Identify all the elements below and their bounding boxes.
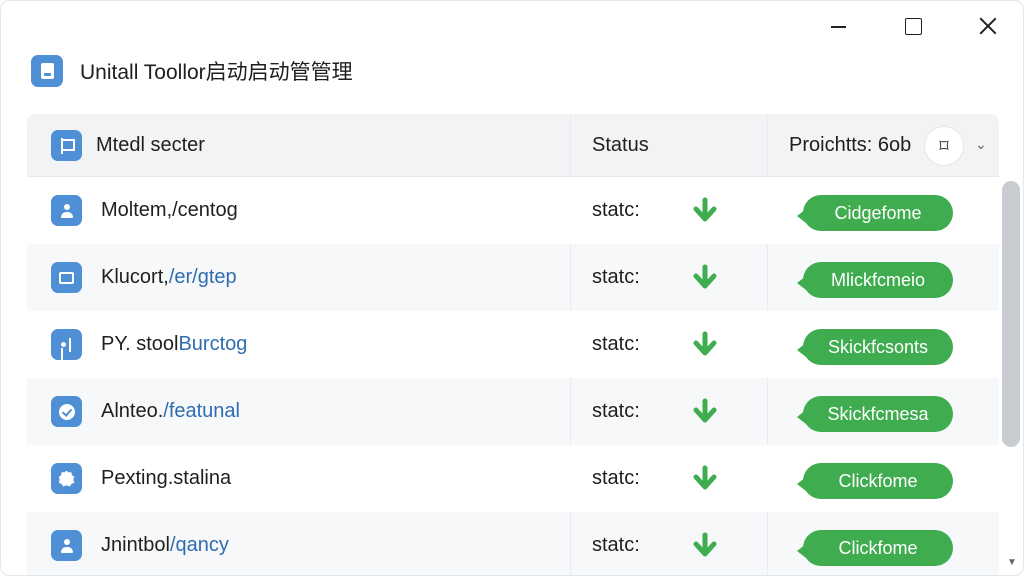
status-badge[interactable]: Clickfome: [797, 530, 953, 566]
download-arrow-icon: [693, 331, 717, 356]
status-badge[interactable]: Mlickfcmeio: [797, 262, 953, 298]
row-name: Jnintbol /qancy: [101, 534, 229, 556]
row-status: statc:: [592, 199, 640, 221]
app-window: Unitall Toollor启动启动管管理 Mtedl secter Stat…: [0, 0, 1024, 576]
download-arrow-icon: [693, 532, 717, 557]
crop-button[interactable]: ⌑: [924, 126, 964, 166]
download-arrow-icon: [693, 197, 717, 222]
minimize-button[interactable]: [821, 11, 855, 41]
status-badge[interactable]: Skickfcsonts: [797, 329, 953, 365]
row-name: Klucort,/er/gtep: [101, 266, 237, 288]
shield-check-icon: [51, 396, 82, 427]
vertical-scrollbar[interactable]: [1001, 181, 1021, 451]
table-row[interactable]: Alnteo./featunal statc: Skickfcmesa: [27, 378, 999, 445]
chevron-down-icon[interactable]: ⌄: [975, 136, 987, 153]
minimize-icon: [830, 26, 846, 28]
app-logo-icon: [31, 55, 63, 87]
table-row[interactable]: Jnintbol /qancy statc: Clickfome: [27, 512, 999, 575]
flag-icon: [51, 130, 82, 161]
row-status: statc:: [592, 467, 640, 489]
column-header-status[interactable]: Status: [592, 114, 649, 177]
startup-table: Mtedl secter Status Proichtts: 6ob ⌑ ⌄ M…: [27, 114, 999, 575]
status-badge[interactable]: Skickfcmesa: [797, 396, 953, 432]
crop-icon: ⌑: [939, 135, 949, 156]
user-icon: [51, 195, 82, 226]
row-name: Alnteo./featunal: [101, 400, 240, 422]
app-title: Unitall Toollor启动启动管管理: [80, 61, 353, 84]
row-status: statc:: [592, 400, 640, 422]
scrollbar-thumb[interactable]: [1002, 181, 1020, 447]
row-name: Moltem,/centog: [101, 199, 238, 221]
close-icon: [979, 17, 997, 35]
status-badge[interactable]: Clickfome: [797, 463, 953, 499]
row-name: PY. stool Burctog: [101, 333, 248, 355]
maximize-button[interactable]: [896, 11, 930, 41]
status-badge[interactable]: Cidgefome: [797, 195, 953, 231]
close-button[interactable]: [971, 11, 1005, 41]
scroll-down-arrow-icon[interactable]: ▼: [1007, 557, 1017, 568]
row-status: statc:: [592, 534, 640, 556]
table-row[interactable]: Moltem,/centog statc: Cidgefome: [27, 177, 999, 244]
user-icon: [51, 530, 82, 561]
column-header-name-label: Mtedl secter: [96, 134, 205, 156]
download-arrow-icon: [693, 398, 717, 423]
row-status: statc:: [592, 266, 640, 288]
document-person-icon: [51, 329, 82, 360]
screen-icon: [51, 262, 82, 293]
verified-badge-icon: [51, 463, 82, 494]
column-header-processes[interactable]: Proichtts: 6ob: [789, 114, 911, 177]
maximize-icon: [904, 17, 922, 35]
download-arrow-icon: [693, 465, 717, 490]
download-arrow-icon: [693, 264, 717, 289]
row-status: statc:: [592, 333, 640, 355]
app-header: Unitall Toollor启动启动管管理: [31, 53, 353, 89]
row-name: Pexting.stalina: [101, 467, 232, 489]
table-row[interactable]: Klucort,/er/gtep statc: Mlickfcmeio: [27, 244, 999, 311]
table-row[interactable]: PY. stool Burctog statc: Skickfcsonts: [27, 311, 999, 378]
column-header-name[interactable]: Mtedl secter: [51, 114, 205, 177]
table-row[interactable]: Pexting.stalina statc: Clickfome: [27, 445, 999, 512]
